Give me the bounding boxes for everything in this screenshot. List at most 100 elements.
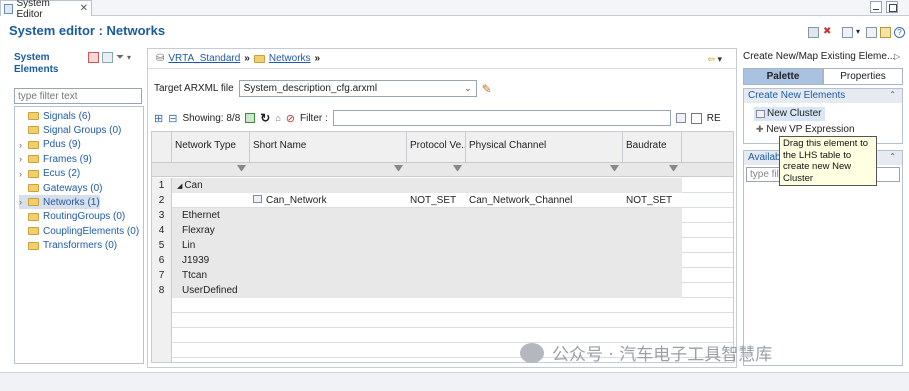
table-cell	[407, 178, 466, 193]
table-cell	[172, 358, 250, 362]
link-icon[interactable]	[880, 27, 891, 38]
showing-count: Showing: 8/8	[182, 112, 241, 124]
tree-item[interactable]: Gateways (0)	[19, 181, 102, 195]
excel-export-icon[interactable]	[245, 113, 256, 123]
help-icon[interactable]: ?	[894, 27, 905, 38]
row-number: 6	[152, 253, 172, 268]
tree-item[interactable]: RoutingGroups (0)	[19, 210, 125, 224]
tree-item[interactable]: › Pdus (9)	[19, 138, 81, 152]
refresh-icon[interactable]: ↻	[260, 111, 270, 125]
header-physical-channel[interactable]: Physical Channel	[466, 132, 623, 163]
export-icon[interactable]	[842, 27, 853, 38]
menu-chevron-icon[interactable]: ▾	[127, 53, 131, 62]
collapse-icon[interactable]: ⌃	[889, 90, 896, 99]
row-number: 2	[152, 193, 172, 208]
arxml-file-select[interactable]: System_description_cfg.arxml ⌄	[238, 80, 477, 97]
header-network-type[interactable]: Network Type	[172, 132, 250, 163]
panel-arrow-icon[interactable]: ▷	[894, 52, 900, 61]
header-short-name[interactable]: Short Name	[250, 132, 407, 163]
filter-funnel-icon[interactable]: ⏷	[116, 52, 124, 63]
collapse-icon[interactable]: ⌃	[889, 152, 896, 161]
regex-checkbox[interactable]	[690, 112, 702, 124]
table-row[interactable]: 1 ◢ Can	[152, 178, 733, 193]
table-cell	[407, 223, 466, 238]
tab-properties[interactable]: Properties	[823, 68, 903, 85]
table-row[interactable]: 3 Ethernet	[152, 208, 733, 223]
new-vp-expression-item[interactable]: ✚ New VP Expression	[756, 124, 855, 135]
table-cell	[682, 268, 733, 283]
minimize-icon[interactable]	[870, 1, 882, 13]
tab-close-icon[interactable]: ✕	[80, 3, 88, 14]
table-cell	[466, 238, 623, 253]
row-number: 1	[152, 178, 172, 193]
clear-filter-icon[interactable]: ⊘	[286, 112, 295, 125]
folder-icon	[28, 241, 39, 250]
table-row[interactable]: 2 Can_Network NOT_SET Can_Network_Channel NO…	[152, 193, 733, 208]
table-row[interactable]: 4 Flexray	[152, 223, 733, 238]
network-type-label: Can	[184, 180, 203, 191]
save-icon[interactable]	[866, 27, 877, 38]
chevron-down-icon: ⌄	[464, 83, 472, 93]
tab-system-editor[interactable]: System Editor ✕	[0, 0, 92, 20]
breadcrumb-networks[interactable]: Networks	[269, 53, 311, 64]
collapse-all-icon[interactable]: ⊟	[168, 112, 177, 125]
table-cell	[172, 343, 250, 358]
expand-arrow-icon[interactable]: ›	[19, 154, 28, 164]
header-baudrate[interactable]: Baudrate	[623, 132, 682, 163]
tree-item[interactable]: Signal Groups (0)	[19, 123, 121, 137]
settings-icon[interactable]	[808, 27, 819, 38]
filter-funnel-icon[interactable]	[669, 165, 678, 174]
breadcrumb-separator-icon: »	[244, 53, 250, 64]
maximize-icon[interactable]	[886, 1, 898, 13]
filter-funnel-icon[interactable]	[610, 165, 619, 174]
tree-item[interactable]: › Frames (9)	[19, 152, 92, 166]
expand-arrow-icon[interactable]: ›	[19, 140, 28, 150]
filter-funnel-icon[interactable]	[453, 165, 462, 174]
table-row[interactable]	[152, 313, 733, 328]
filter-options-icon[interactable]	[675, 113, 686, 123]
table-cell	[407, 343, 466, 358]
table-cell	[623, 268, 682, 283]
table-row[interactable]	[152, 298, 733, 313]
filter-label: Filter :	[299, 112, 328, 124]
table-row[interactable]: 5 Lin	[152, 238, 733, 253]
remove-icon[interactable]: ✖	[823, 27, 834, 38]
header-protocol-version[interactable]: Protocol Ve...	[407, 132, 466, 163]
section-header[interactable]: Create New Elements	[744, 89, 902, 103]
expand-arrow-icon[interactable]: ›	[19, 197, 28, 207]
expand-all-icon[interactable]: ⊞	[154, 112, 163, 125]
filter-funnel-icon[interactable]	[237, 165, 246, 174]
edit-pencil-icon[interactable]: ✎	[482, 82, 492, 96]
expand-arrow-icon[interactable]: ›	[19, 169, 28, 179]
tree-item[interactable]: CouplingElements (0)	[19, 224, 139, 238]
filter-funnel-icon[interactable]	[394, 165, 403, 174]
new-cluster-item[interactable]: New Cluster	[754, 107, 826, 121]
table-cell	[682, 253, 733, 268]
table-cell	[623, 313, 682, 328]
table-toolbar: ⊞ ⊟ Showing: 8/8 ↻ ⌂ ⊘ Filter : RE	[154, 109, 732, 127]
table-cell	[172, 313, 250, 328]
table-row[interactable]: 6 J1939	[152, 253, 733, 268]
table-cell: Can_Network_Channel	[469, 195, 573, 206]
tree-item[interactable]: Signals (6)	[19, 109, 91, 123]
table-cell: Lin	[172, 238, 250, 253]
table-row[interactable]: 7 Ttcan	[152, 268, 733, 283]
table-cell	[682, 313, 733, 328]
element-filter-input[interactable]	[14, 88, 142, 104]
tab-palette[interactable]: Palette	[743, 68, 823, 85]
tag-icon[interactable]: ⌂	[275, 113, 280, 123]
table-filter-input[interactable]	[332, 110, 671, 126]
table-cell: Flexray	[172, 223, 250, 238]
tree-item[interactable]: › Networks (1)	[19, 195, 100, 210]
table-cell	[250, 268, 407, 283]
tree-item[interactable]: Transformers (0)	[19, 239, 117, 253]
tree-item[interactable]: › Ecus (2)	[19, 167, 80, 181]
network-icon	[253, 195, 262, 203]
table-cell	[407, 283, 466, 298]
breadcrumb-vrta-standard[interactable]: VRTA_Standard	[168, 53, 240, 64]
table-cell	[466, 253, 623, 268]
table-row[interactable]: 8 UserDefined	[152, 283, 733, 298]
table-view-icon[interactable]	[102, 52, 113, 63]
nav-back-icon[interactable]: ⇦ ▾	[707, 54, 722, 65]
grid-view-icon[interactable]	[88, 52, 99, 63]
